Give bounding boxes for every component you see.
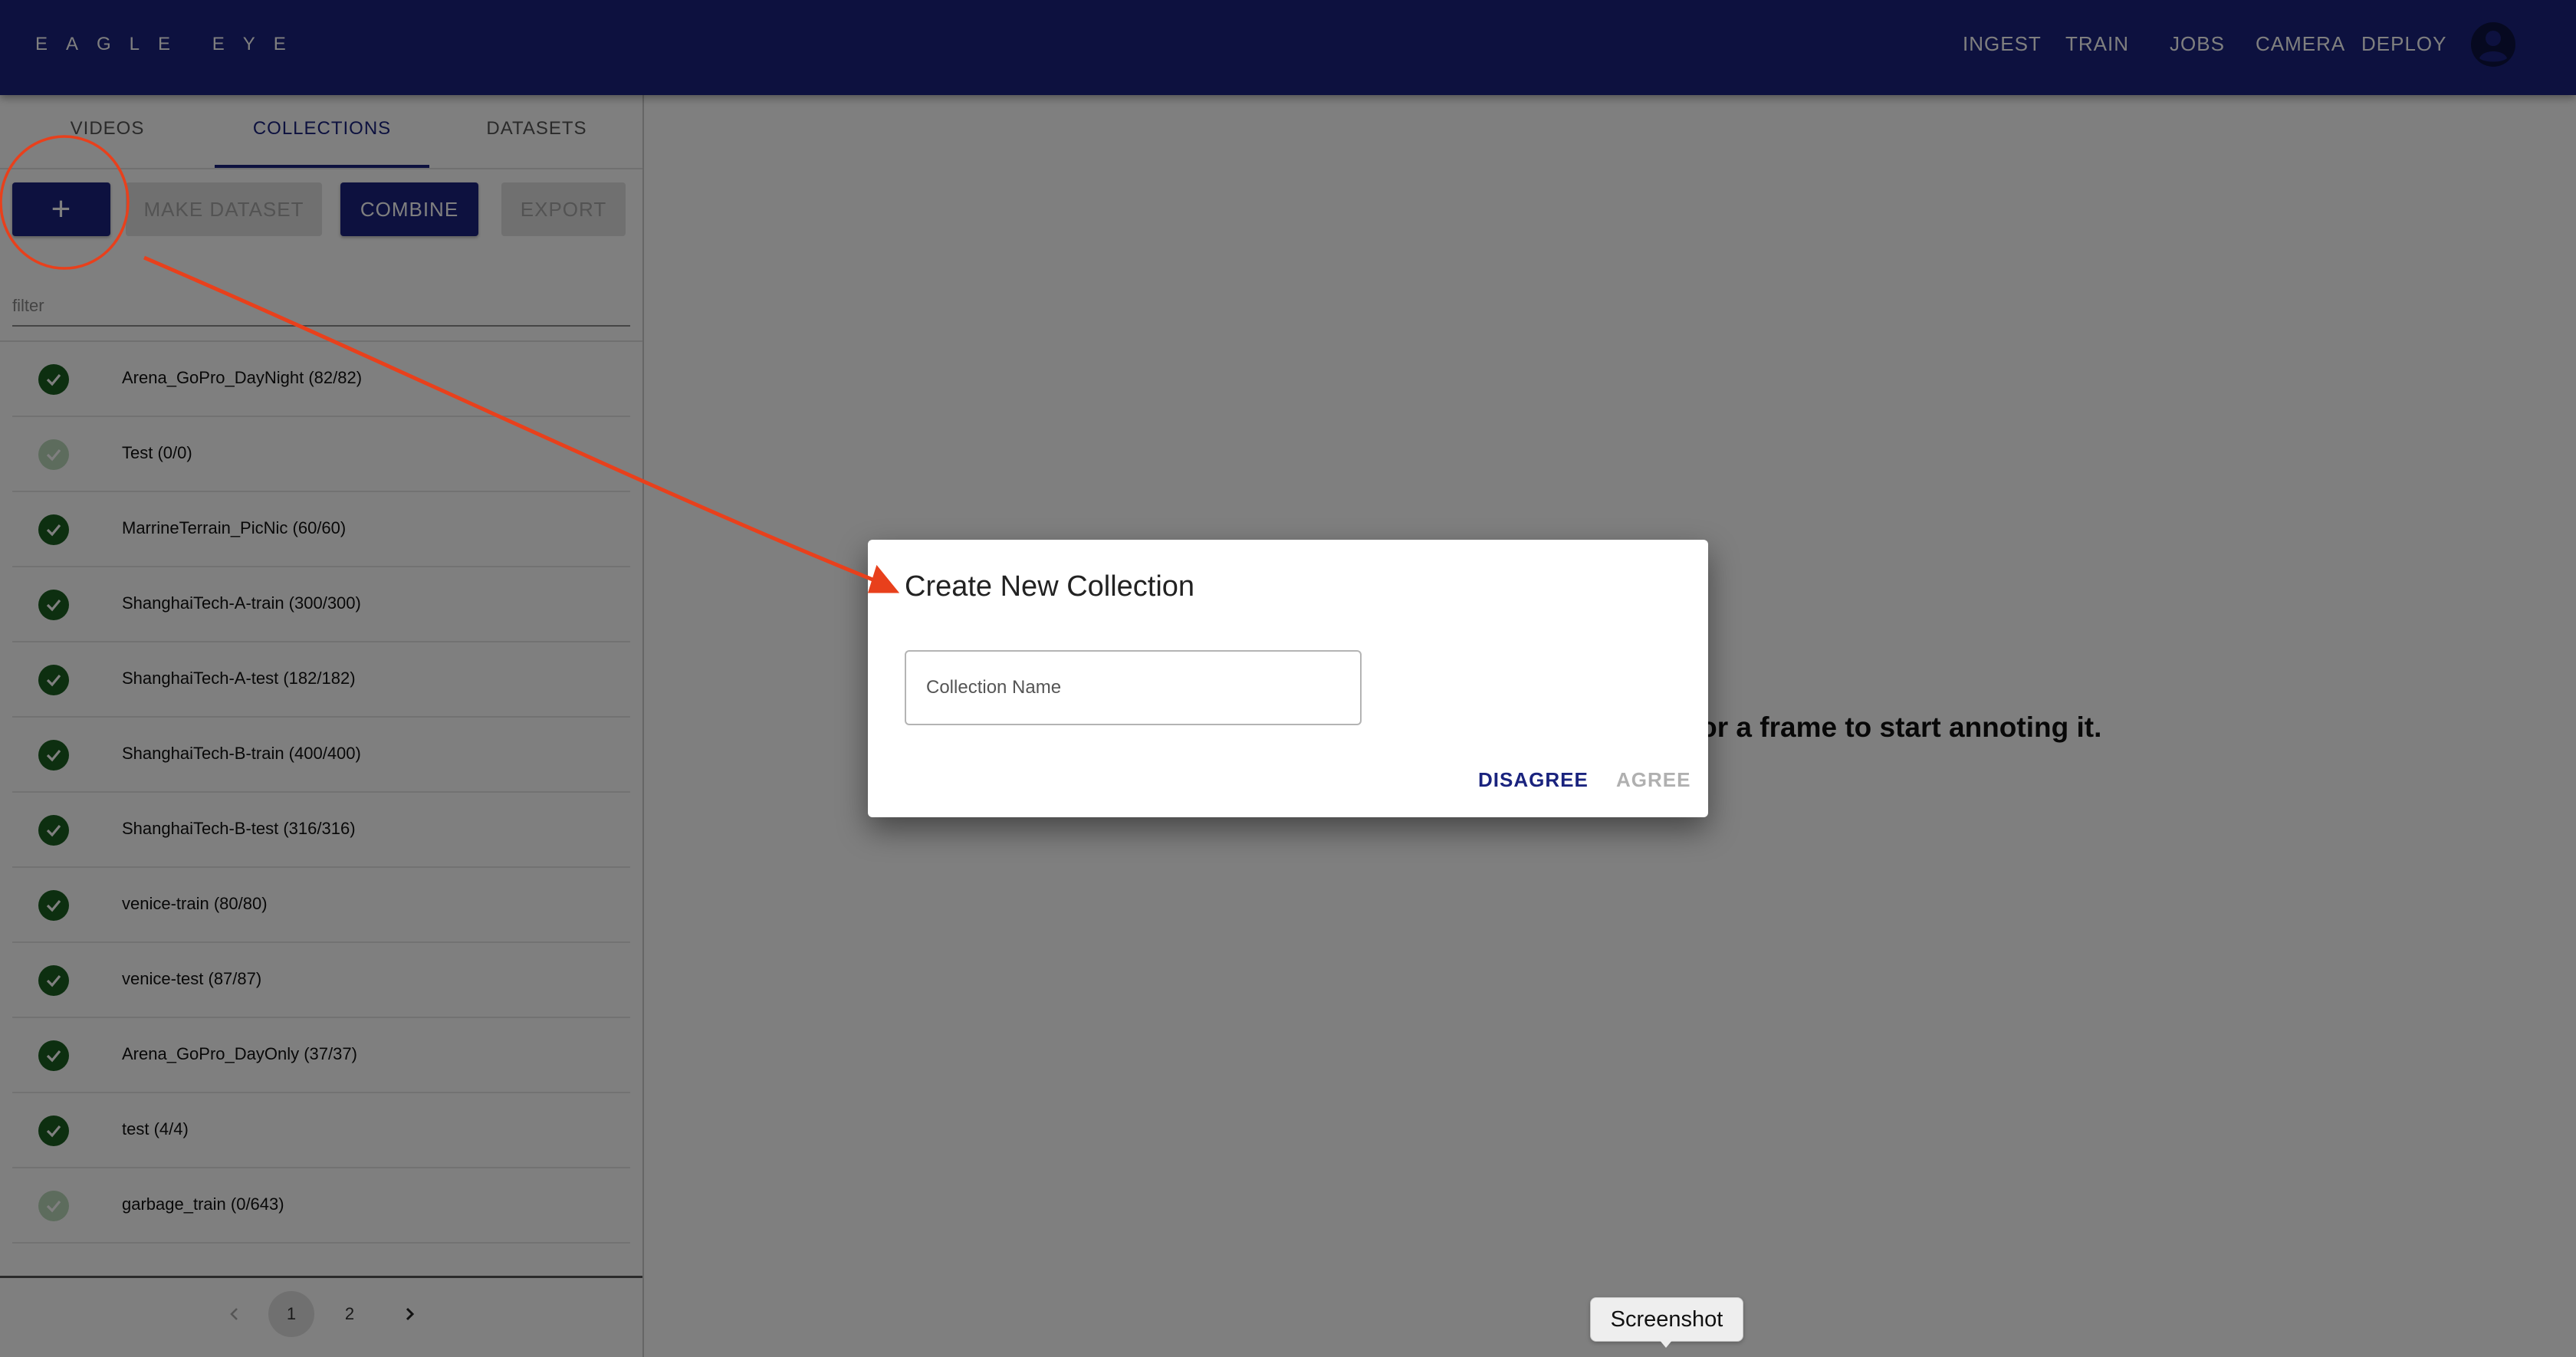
agree-button[interactable]: AGREE [1616, 768, 1691, 792]
disagree-button[interactable]: DISAGREE [1478, 768, 1589, 792]
screenshot-tooltip: Screenshot [1590, 1297, 1743, 1342]
collection-name-input[interactable] [905, 650, 1362, 725]
tooltip-pointer [1658, 1339, 1674, 1348]
dialog-title: Create New Collection [905, 570, 1195, 603]
create-collection-dialog: Create New Collection DISAGREE AGREE [868, 540, 1708, 817]
